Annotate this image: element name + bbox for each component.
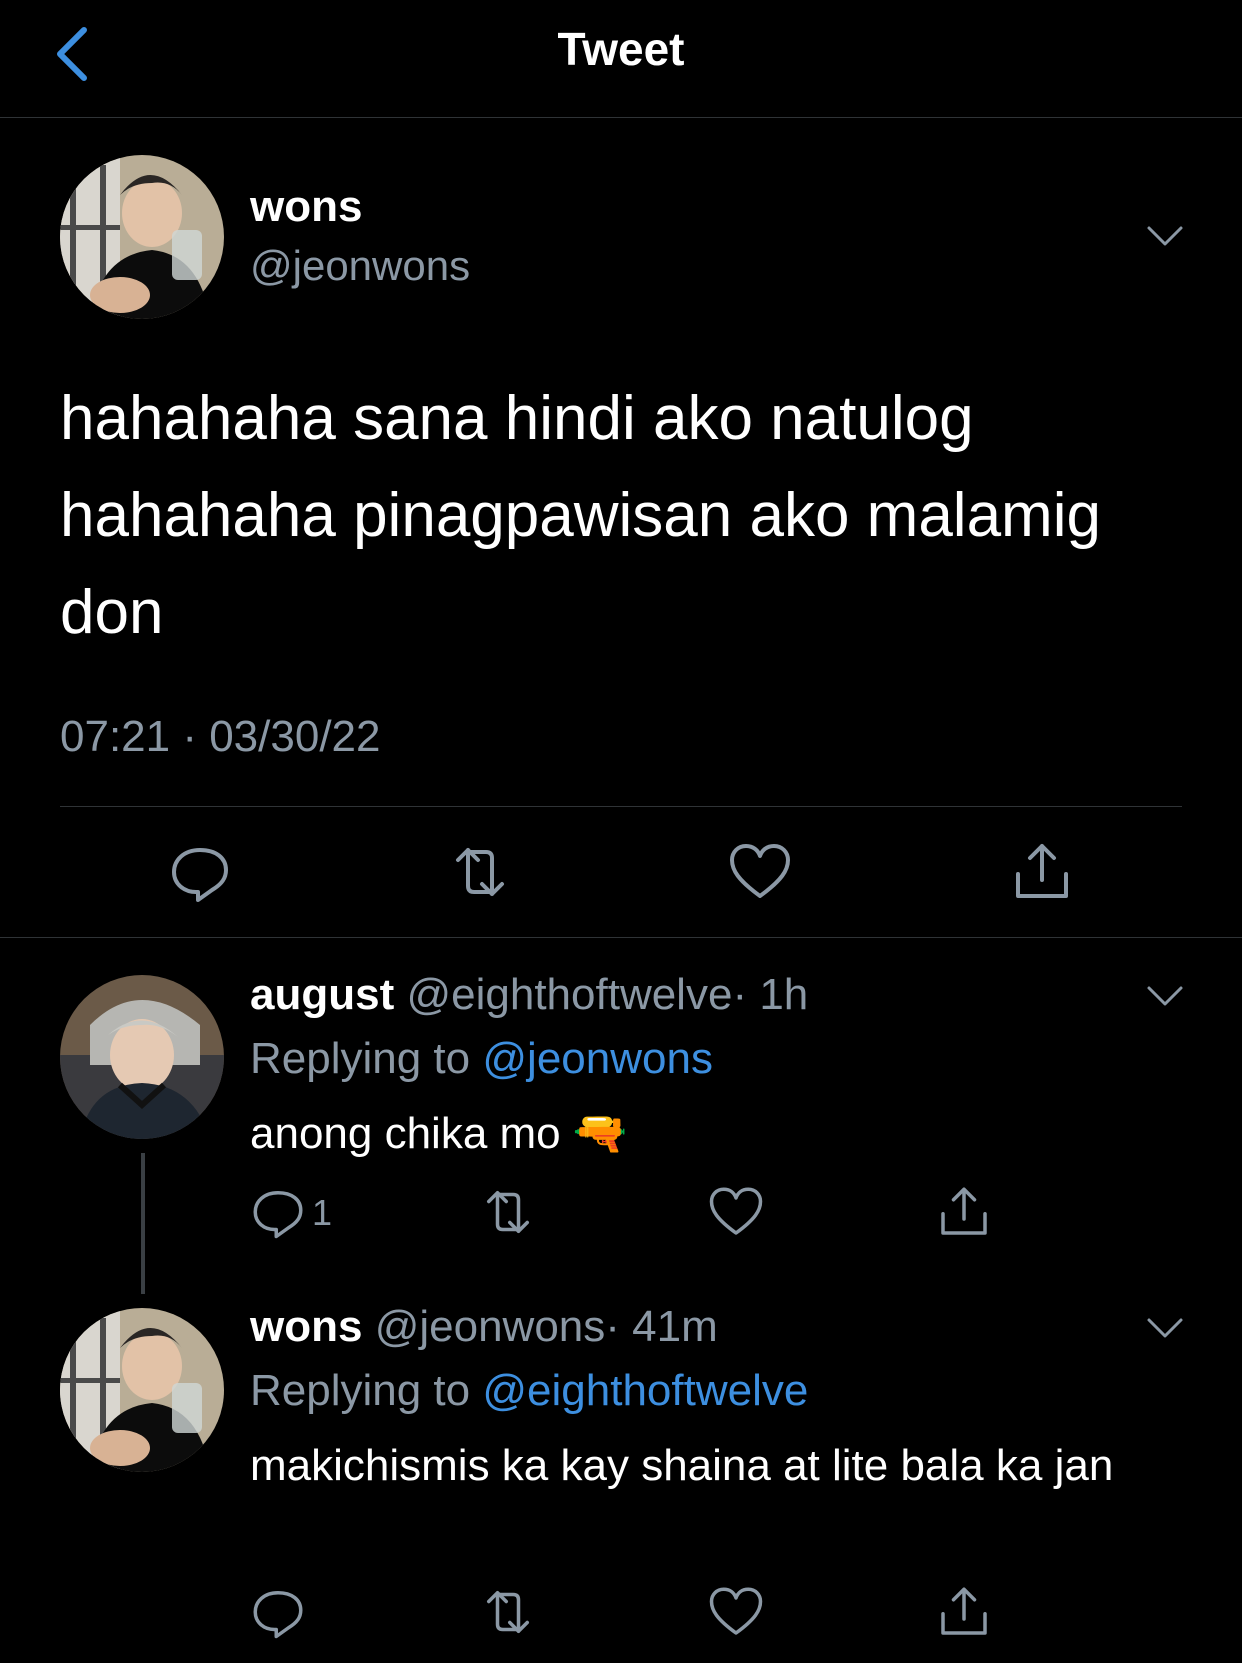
divider bbox=[0, 937, 1242, 938]
like-button[interactable] bbox=[728, 840, 792, 904]
page-title: Tweet bbox=[557, 23, 685, 75]
share-icon bbox=[1016, 844, 1068, 898]
retweet-icon bbox=[487, 1591, 529, 1633]
chevron-down-icon bbox=[1147, 226, 1183, 246]
like-button[interactable] bbox=[708, 1584, 764, 1640]
navigation-bar: Tweet bbox=[0, 0, 1242, 118]
avatar[interactable] bbox=[60, 1308, 224, 1472]
replying-to: Replying to @jeonwons bbox=[250, 1034, 713, 1084]
share-button[interactable] bbox=[1010, 840, 1074, 904]
retweet-button[interactable] bbox=[480, 1584, 536, 1640]
author-handle[interactable]: @jeonwons bbox=[250, 242, 470, 290]
replying-to-link[interactable]: @jeonwons bbox=[482, 1034, 713, 1083]
avatar[interactable] bbox=[60, 155, 224, 319]
water-gun-emoji: 🔫 bbox=[572, 1109, 628, 1158]
reply-icon bbox=[172, 848, 228, 902]
reply-header: wons @jeonwons· 41m bbox=[250, 1302, 718, 1352]
share-icon bbox=[941, 1187, 987, 1235]
tweet-timestamp: 07:21 · 03/30/22 bbox=[60, 712, 381, 761]
like-icon bbox=[709, 1187, 763, 1235]
share-button[interactable] bbox=[936, 1184, 992, 1240]
tweet-text: hahahaha sana hindi ako natulog hahahaha… bbox=[60, 384, 1101, 647]
reply-icon bbox=[253, 1191, 303, 1239]
replying-label: Replying to bbox=[250, 1034, 471, 1083]
replying-to: Replying to @eighthoftwelve bbox=[250, 1366, 808, 1416]
share-button[interactable] bbox=[936, 1584, 992, 1640]
author-name[interactable]: wons bbox=[250, 1302, 362, 1351]
like-button[interactable] bbox=[708, 1184, 764, 1240]
like-icon bbox=[709, 1587, 763, 1635]
like-icon bbox=[730, 844, 790, 898]
replying-label: Replying to bbox=[250, 1366, 471, 1415]
share-icon bbox=[941, 1587, 987, 1635]
tweet-options-button[interactable] bbox=[1145, 1316, 1185, 1340]
avatar[interactable] bbox=[60, 975, 224, 1139]
author-handle[interactable]: @eighthoftwelve bbox=[406, 970, 732, 1019]
chevron-down-icon bbox=[1147, 1318, 1183, 1338]
reply-time: · 41m bbox=[605, 1302, 718, 1351]
reply-button[interactable] bbox=[168, 840, 232, 904]
reply-text-row: anong chika mo 🔫 bbox=[250, 1102, 1170, 1165]
reply-time: · 1h bbox=[732, 970, 809, 1019]
chevron-down-icon bbox=[1147, 986, 1183, 1006]
divider bbox=[60, 806, 1182, 807]
retweet-button[interactable] bbox=[448, 840, 512, 904]
tweet-options-button[interactable] bbox=[1145, 984, 1185, 1008]
retweet-button[interactable] bbox=[480, 1184, 536, 1240]
retweet-icon bbox=[456, 848, 504, 896]
reply-icon bbox=[253, 1591, 303, 1639]
tweet-options-button[interactable] bbox=[1145, 224, 1185, 248]
retweet-icon bbox=[487, 1191, 529, 1233]
author-name[interactable]: wons bbox=[250, 182, 362, 232]
author-handle[interactable]: @jeonwons bbox=[375, 1302, 606, 1351]
replying-to-link[interactable]: @eighthoftwelve bbox=[482, 1366, 808, 1415]
reply-button[interactable] bbox=[250, 1184, 306, 1240]
reply-button[interactable] bbox=[250, 1584, 306, 1640]
reply-text: makichismis ka kay shaina at lite bala k… bbox=[250, 1441, 1114, 1490]
author-name[interactable]: august bbox=[250, 970, 394, 1019]
thread-connector bbox=[141, 1153, 145, 1294]
reply-count: 1 bbox=[312, 1192, 333, 1233]
reply-text: anong chika mo bbox=[250, 1109, 561, 1158]
reply-header: august @eighthoftwelve· 1h bbox=[250, 970, 808, 1020]
